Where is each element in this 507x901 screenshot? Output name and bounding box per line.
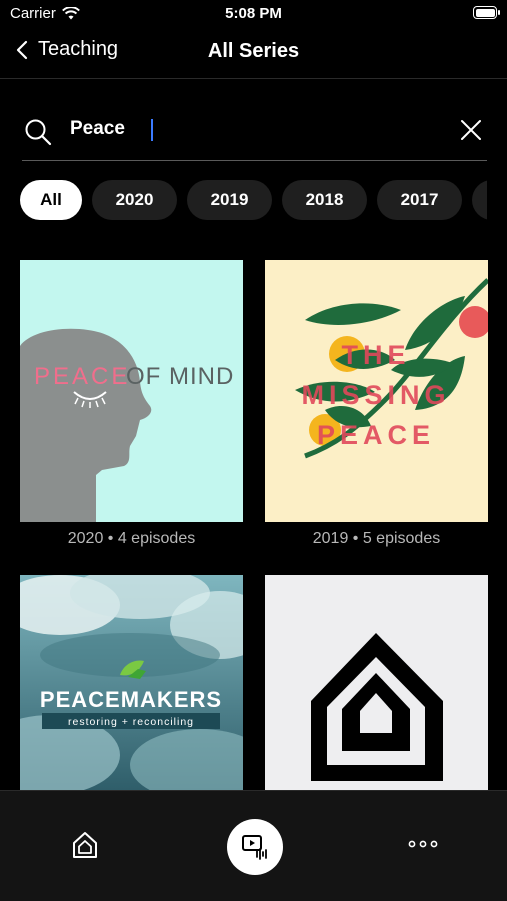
battery-icon <box>473 6 500 19</box>
filter-chip-2018[interactable]: 2018 <box>282 180 367 220</box>
filter-chip-2017[interactable]: 2017 <box>377 180 462 220</box>
clouds-artwork: PEACEMAKERS restoring + reconciling <box>20 575 243 790</box>
series-meta: 2019 • 5 episodes <box>312 530 441 547</box>
series-card-peacemakers[interactable]: PEACEMAKERS restoring + reconciling <box>20 575 243 790</box>
tab-more[interactable] <box>408 836 438 854</box>
clock: 5:08 PM <box>225 5 282 22</box>
filter-chip-2020[interactable]: 2020 <box>92 180 177 220</box>
series-card-peace-of-mind[interactable]: PEACE OF MIND 2020 • 4 episodes <box>20 260 243 548</box>
home-icon <box>73 832 97 858</box>
back-label: Teaching <box>38 38 119 60</box>
tab-media-player[interactable] <box>227 819 283 875</box>
series-artwork: THE MISSING PEACE <box>265 260 488 522</box>
olive-branch-artwork: THE MISSING PEACE <box>295 278 488 459</box>
house-icon <box>311 633 443 781</box>
search-input[interactable] <box>70 118 430 140</box>
tab-home[interactable] <box>72 831 98 864</box>
more-icon <box>408 840 438 848</box>
art-subtitle: restoring + reconciling <box>68 716 194 728</box>
art-line-the: THE <box>342 340 411 370</box>
art-title-of-mind: OF MIND <box>126 363 234 390</box>
bottom-tab-bar <box>0 790 507 901</box>
media-player-icon <box>242 835 267 860</box>
series-artwork: PEACE OF MIND <box>20 260 243 522</box>
series-artwork <box>265 575 488 790</box>
series-artwork: PEACEMAKERS restoring + reconciling <box>20 575 243 790</box>
art-title: PEACEMAKERS <box>40 687 222 712</box>
filter-chip-2019[interactable]: 2019 <box>187 180 272 220</box>
series-card-house[interactable] <box>265 575 488 790</box>
chevron-left-icon <box>16 40 28 59</box>
text-cursor <box>151 119 153 141</box>
head-silhouette-artwork: PEACE OF MIND <box>20 328 234 522</box>
year-filter-list: All 2020 2019 2018 2017 2 <box>20 180 487 222</box>
close-icon[interactable] <box>459 118 483 142</box>
back-button[interactable]: Teaching <box>16 38 118 61</box>
status-bar: Carrier 5:08 PM <box>0 0 507 28</box>
filter-chip-all[interactable]: All <box>20 180 82 220</box>
art-line-peace: PEACE <box>317 420 435 450</box>
series-meta: 2020 • 4 episodes <box>67 530 196 547</box>
search-icon <box>25 119 52 146</box>
navigation-bar: Teaching All Series <box>0 28 507 79</box>
filter-chip-partial[interactable]: 2 <box>472 180 487 220</box>
art-title-peace: PEACE <box>34 363 130 390</box>
search-bar <box>22 104 487 161</box>
series-card-missing-peace[interactable]: THE MISSING PEACE 2019 • 5 episodes <box>265 260 488 548</box>
art-line-missing: MISSING <box>301 380 450 410</box>
